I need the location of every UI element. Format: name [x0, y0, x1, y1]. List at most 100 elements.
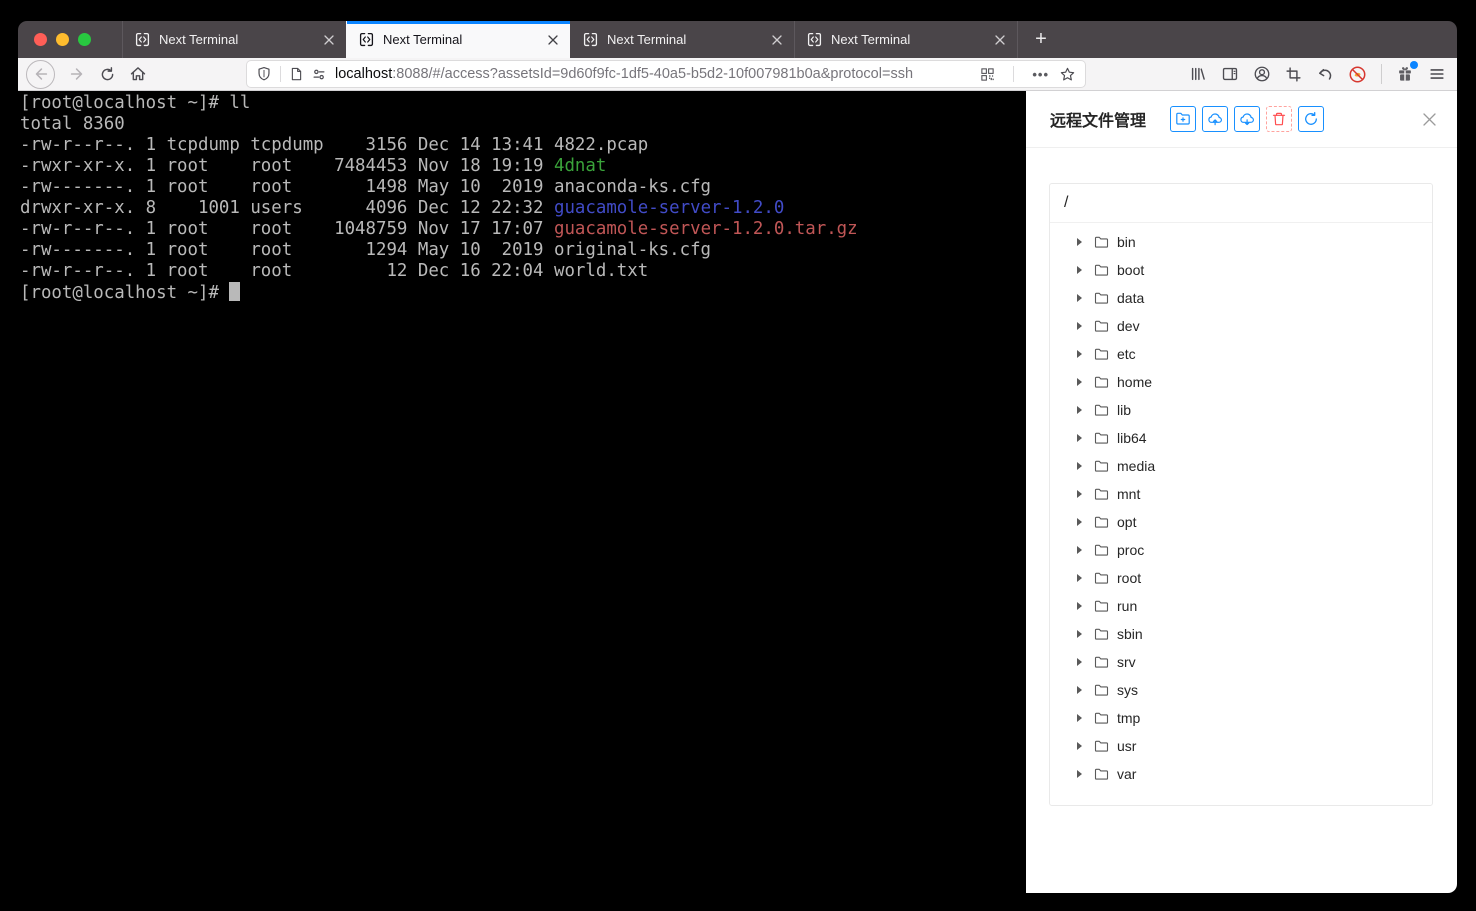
tree-item[interactable]: srv — [1050, 648, 1432, 676]
refresh-button[interactable] — [1298, 106, 1324, 132]
qr-code-icon[interactable] — [980, 67, 995, 82]
expand-caret-icon[interactable] — [1067, 434, 1091, 442]
delete-button[interactable] — [1266, 106, 1292, 132]
maximize-window-button[interactable] — [78, 33, 91, 46]
home-button[interactable] — [129, 65, 147, 83]
expand-caret-icon[interactable] — [1067, 350, 1091, 358]
tree-item-label: var — [1117, 766, 1136, 782]
tree-item-label: sbin — [1117, 626, 1143, 642]
url-text[interactable]: localhost:8088/#/access?assetsId=9d60f9f… — [335, 66, 980, 82]
expand-caret-icon[interactable] — [1067, 266, 1091, 274]
forward-button[interactable] — [68, 65, 86, 83]
tracking-protection-shield-icon[interactable] — [256, 66, 272, 82]
expand-caret-icon[interactable] — [1067, 742, 1091, 750]
sidebar-toggle-icon[interactable] — [1221, 65, 1239, 83]
tree-item[interactable]: etc — [1050, 340, 1432, 368]
expand-caret-icon[interactable] — [1067, 322, 1091, 330]
new-tab-button[interactable]: + — [1018, 21, 1064, 58]
tree-item[interactable]: root — [1050, 564, 1432, 592]
expand-caret-icon[interactable] — [1067, 406, 1091, 414]
folder-icon — [1094, 431, 1109, 445]
tree-item[interactable]: sys — [1050, 676, 1432, 704]
tree-item[interactable]: lib — [1050, 396, 1432, 424]
expand-caret-icon[interactable] — [1067, 294, 1091, 302]
folder-icon — [1094, 459, 1109, 473]
reload-button[interactable] — [99, 66, 116, 83]
tree-item[interactable]: home — [1050, 368, 1432, 396]
ssh-terminal[interactable]: [root@localhost ~]# ll total 8360 -rw-r-… — [18, 91, 1026, 893]
expand-caret-icon[interactable] — [1067, 602, 1091, 610]
tree-item[interactable]: bin — [1050, 228, 1432, 256]
expand-caret-icon[interactable] — [1067, 574, 1091, 582]
tab-close-icon[interactable] — [548, 35, 558, 45]
bookmark-star-icon[interactable] — [1059, 66, 1076, 83]
tab-close-icon[interactable] — [995, 35, 1005, 45]
remote-file-manager-panel: 远程文件管理 — [1026, 91, 1457, 893]
tree-item[interactable]: dev — [1050, 312, 1432, 340]
page-actions-icon[interactable]: ••• — [1032, 67, 1049, 82]
tree-item[interactable]: run — [1050, 592, 1432, 620]
tree-item[interactable]: usr — [1050, 732, 1432, 760]
new-folder-button[interactable] — [1170, 106, 1196, 132]
browser-tab[interactable]: Next Terminal — [346, 21, 570, 58]
expand-caret-icon[interactable] — [1067, 658, 1091, 666]
expand-caret-icon[interactable] — [1067, 546, 1091, 554]
tree-item[interactable]: boot — [1050, 256, 1432, 284]
tree-item[interactable]: media — [1050, 452, 1432, 480]
browser-tab[interactable]: Next Terminal — [122, 21, 346, 58]
tab-close-icon[interactable] — [324, 35, 334, 45]
upload-button[interactable] — [1202, 106, 1228, 132]
tab-title: Next Terminal — [607, 32, 763, 47]
expand-caret-icon[interactable] — [1067, 714, 1091, 722]
tree-item[interactable]: opt — [1050, 508, 1432, 536]
expand-caret-icon[interactable] — [1067, 490, 1091, 498]
tree-item-label: lib — [1117, 402, 1131, 418]
toolbar-right-buttons — [1189, 64, 1457, 84]
expand-caret-icon[interactable] — [1067, 518, 1091, 526]
current-path: / — [1050, 184, 1432, 223]
expand-caret-icon[interactable] — [1067, 378, 1091, 386]
tree-item[interactable]: mnt — [1050, 480, 1432, 508]
browser-tab[interactable]: Next Terminal — [794, 21, 1018, 58]
folder-icon — [1094, 767, 1109, 781]
tree-item-label: bin — [1117, 234, 1136, 250]
divider — [1013, 66, 1014, 82]
screenshot-icon[interactable] — [1285, 66, 1302, 83]
folder-icon — [1094, 235, 1109, 249]
tree-item-label: dev — [1117, 318, 1140, 334]
tree-item[interactable]: data — [1050, 284, 1432, 312]
urlbar-actions: ••• — [980, 66, 1076, 83]
tree-item[interactable]: sbin — [1050, 620, 1432, 648]
tab-close-icon[interactable] — [772, 35, 782, 45]
back-button[interactable] — [26, 60, 55, 89]
folder-icon — [1094, 739, 1109, 753]
library-icon[interactable] — [1189, 65, 1207, 83]
tree-item[interactable]: tmp — [1050, 704, 1432, 732]
account-icon[interactable] — [1253, 65, 1271, 83]
content-blocker-extension-icon[interactable] — [1348, 65, 1367, 84]
close-window-button[interactable] — [34, 33, 47, 46]
tree-item[interactable]: proc — [1050, 536, 1432, 564]
download-button[interactable] — [1234, 106, 1260, 132]
expand-caret-icon[interactable] — [1067, 686, 1091, 694]
address-bar[interactable]: localhost:8088/#/access?assetsId=9d60f9f… — [247, 61, 1085, 87]
next-terminal-favicon-icon — [359, 32, 374, 47]
url-host: localhost — [335, 66, 392, 82]
tree-item[interactable]: lib64 — [1050, 424, 1432, 452]
expand-caret-icon[interactable] — [1067, 238, 1091, 246]
tree-item-label: root — [1117, 570, 1141, 586]
permissions-icon[interactable] — [311, 67, 327, 82]
minimize-window-button[interactable] — [56, 33, 69, 46]
panel-close-icon[interactable] — [1422, 112, 1437, 127]
expand-caret-icon[interactable] — [1067, 770, 1091, 778]
undo-arrow-icon[interactable] — [1316, 65, 1334, 83]
divider — [1381, 64, 1382, 84]
tree-item[interactable]: var — [1050, 760, 1432, 788]
page-info-icon[interactable] — [289, 66, 304, 82]
browser-tab[interactable]: Next Terminal — [570, 21, 794, 58]
file-tree: bin boot data dev — [1050, 223, 1432, 788]
expand-caret-icon[interactable] — [1067, 630, 1091, 638]
expand-caret-icon[interactable] — [1067, 462, 1091, 470]
menu-hamburger-icon[interactable] — [1428, 65, 1446, 83]
whats-new-gift-icon[interactable] — [1396, 65, 1414, 83]
